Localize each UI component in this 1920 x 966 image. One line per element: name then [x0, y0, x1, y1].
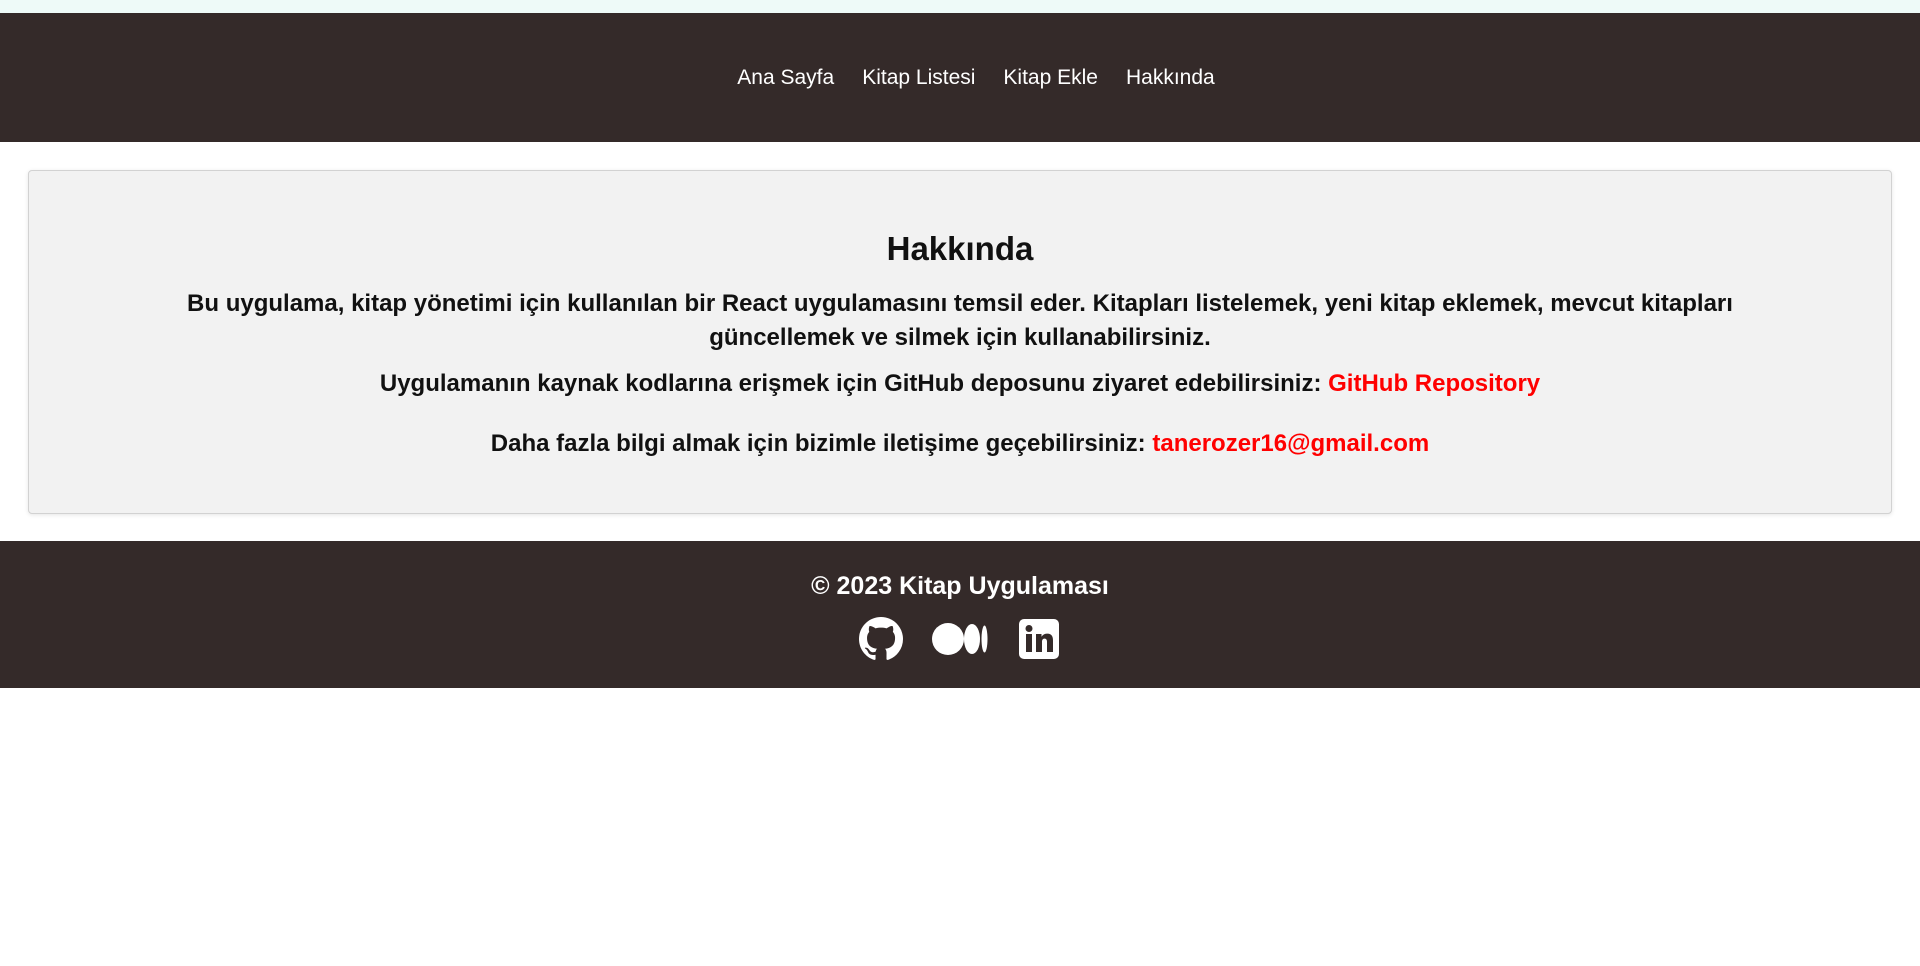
nav-link-home[interactable]: Ana Sayfa [737, 66, 834, 89]
footer-copyright: © 2023 Kitap Uygulaması [811, 572, 1109, 600]
nav-link-add-book[interactable]: Kitap Ekle [1003, 66, 1098, 89]
social-links [0, 616, 1920, 662]
github-social-link[interactable] [858, 616, 904, 662]
about-description: Bu uygulama, kitap yönetimi için kullanı… [187, 290, 1733, 351]
nav-item-about: Hakkında [1126, 66, 1215, 90]
main-content: Hakkında Bu uygulama, kitap yönetimi içi… [0, 142, 1920, 541]
github-repository-link[interactable]: GitHub Repository [1328, 370, 1540, 397]
linkedin-icon [1019, 619, 1059, 659]
page-title: Hakkında [886, 230, 1034, 267]
navbar: Ana Sayfa Kitap Listesi Kitap Ekle Hakkı… [0, 13, 1920, 142]
github-line: Uygulamanın kaynak kodlarına erişmek içi… [29, 367, 1891, 401]
medium-icon [932, 622, 988, 656]
nav-link-book-list[interactable]: Kitap Listesi [862, 66, 975, 89]
nav-link-about[interactable]: Hakkında [1126, 66, 1215, 89]
about-card: Hakkında Bu uygulama, kitap yönetimi içi… [28, 170, 1892, 514]
github-icon [859, 617, 903, 661]
github-line-text: Uygulamanın kaynak kodlarına erişmek içi… [379, 370, 1322, 397]
contact-line-text: Daha fazla bilgi almak için bizimle ilet… [490, 430, 1146, 457]
linkedin-social-link[interactable] [1016, 616, 1062, 662]
medium-social-link[interactable] [932, 616, 988, 662]
contact-line: Daha fazla bilgi almak için bizimle ilet… [29, 427, 1891, 461]
nav-item-book-list: Kitap Listesi [862, 66, 975, 90]
nav-item-add-book: Kitap Ekle [1003, 66, 1098, 90]
top-strip [0, 0, 1920, 13]
nav-menu: Ana Sayfa Kitap Listesi Kitap Ekle Hakkı… [737, 66, 1214, 90]
contact-email-link[interactable]: tanerozer16@gmail.com [1152, 430, 1429, 457]
footer: © 2023 Kitap Uygulaması [0, 541, 1920, 688]
nav-item-home: Ana Sayfa [737, 66, 834, 90]
